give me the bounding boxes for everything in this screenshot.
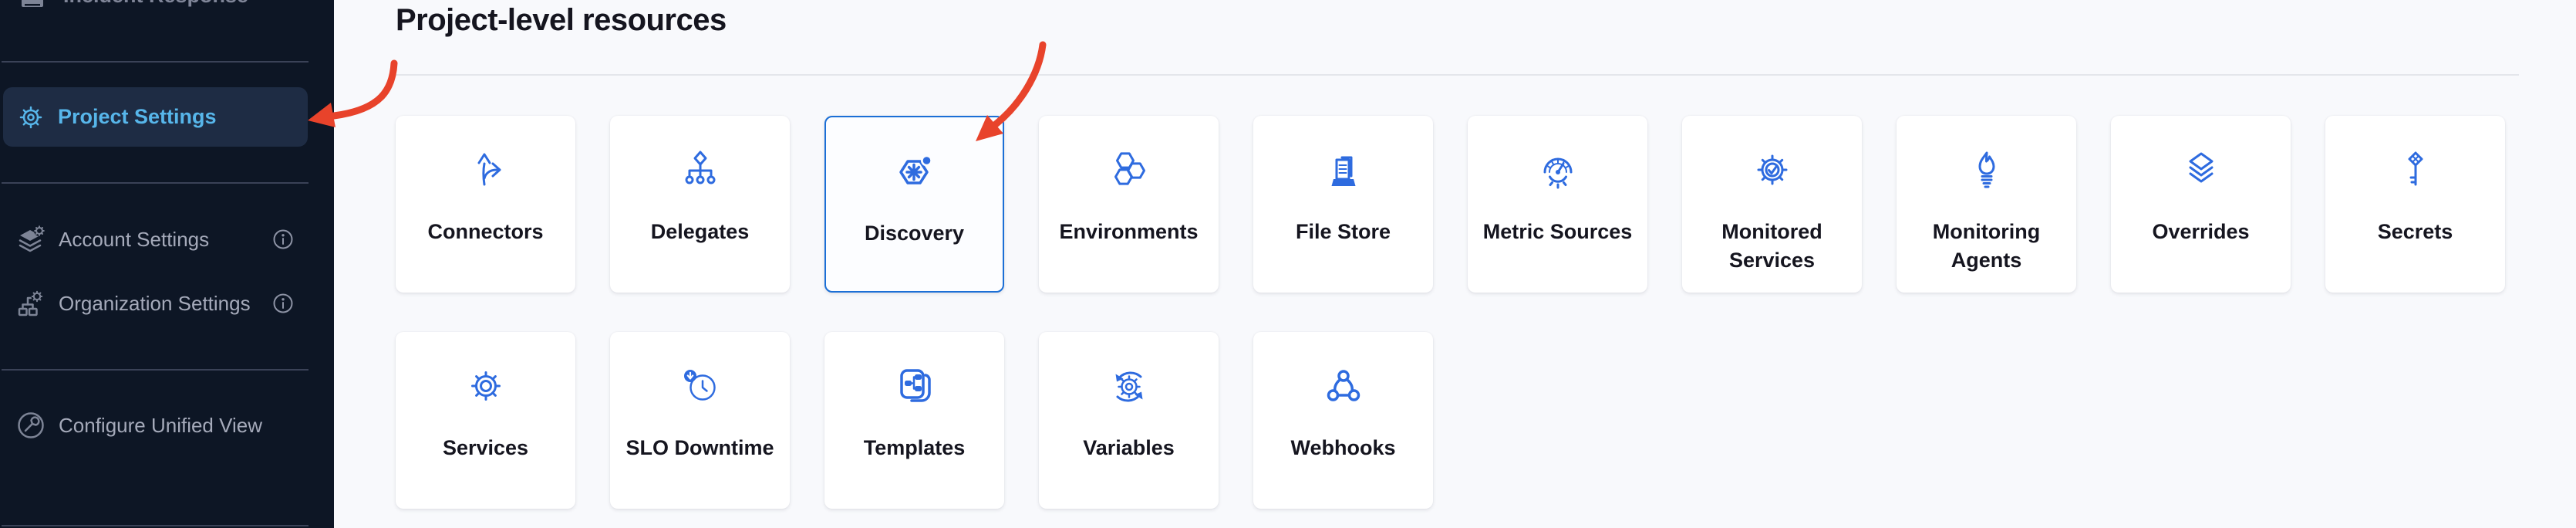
metric-sources-icon [1538, 150, 1578, 190]
sidebar-divider [2, 369, 309, 371]
sidebar-divider [2, 61, 309, 63]
card-monitoring-agents[interactable]: Monitoring Agents [1897, 116, 2076, 293]
sidebar-item-label: Configure Unified View [59, 414, 262, 438]
templates-icon [895, 366, 935, 406]
card-label: Templates [853, 434, 976, 462]
card-label: Metric Sources [1472, 218, 1644, 246]
page-title: Project-level resources [396, 3, 727, 38]
monitoring-agents-icon [1967, 150, 2007, 190]
sidebar-item-project-settings[interactable]: Project Settings [3, 87, 308, 147]
connectors-icon [466, 150, 506, 190]
card-label: Discovery [854, 219, 975, 248]
sidebar-item-incident-response[interactable]: Incident Response [0, 0, 334, 20]
card-label: Delegates [640, 218, 760, 246]
card-overrides[interactable]: Overrides [2111, 116, 2291, 293]
chevron-right-icon [270, 0, 287, 5]
card-secrets[interactable]: Secrets [2325, 116, 2505, 293]
overrides-icon [2181, 150, 2221, 190]
card-label: SLO Downtime [615, 434, 784, 462]
variables-icon [1109, 366, 1149, 406]
sidebar-divider [2, 182, 309, 184]
sidebar-item-configure-unified-view[interactable]: Configure Unified View [0, 403, 334, 448]
delegates-icon [680, 150, 720, 190]
card-label: Webhooks [1280, 434, 1406, 462]
gear-icon [17, 103, 45, 131]
app-screen: Incident Response Project Settings [0, 0, 2576, 528]
card-discovery[interactable]: Discovery [824, 116, 1004, 293]
sidebar: Incident Response Project Settings [0, 0, 334, 528]
card-metric-sources[interactable]: Metric Sources [1468, 116, 1647, 293]
card-label: File Store [1285, 218, 1401, 246]
card-delegates[interactable]: Delegates [610, 116, 790, 293]
sidebar-divider [2, 525, 309, 526]
sidebar-item-organization-settings[interactable]: Organization Settings [0, 281, 334, 326]
file-store-icon [1323, 150, 1364, 190]
card-environments[interactable]: Environments [1039, 116, 1219, 293]
discovery-icon [895, 151, 935, 191]
org-gear-icon [15, 288, 46, 319]
card-monitored-services[interactable]: Monitored Services [1682, 116, 1862, 293]
wrench-circle-icon [15, 410, 46, 441]
card-label: Services [432, 434, 539, 462]
secrets-icon [2396, 150, 2436, 190]
card-connectors[interactable]: Connectors [396, 116, 575, 293]
card-label: Connectors [416, 218, 554, 246]
siren-icon [17, 0, 48, 11]
card-label: Overrides [2141, 218, 2260, 246]
sidebar-item-label: Organization Settings [59, 292, 251, 316]
sidebar-item-label: Project Settings [58, 105, 217, 129]
info-icon[interactable] [272, 293, 294, 314]
card-services[interactable]: Services [396, 332, 575, 509]
card-variables[interactable]: Variables [1039, 332, 1219, 509]
card-label: Secrets [2367, 218, 2464, 246]
sidebar-item-label: Incident Response [63, 0, 248, 8]
card-file-store[interactable]: File Store [1253, 116, 1433, 293]
title-divider [396, 74, 2519, 76]
layers-gear-icon [15, 224, 46, 255]
card-label: Variables [1072, 434, 1185, 462]
card-label: Monitored Services [1682, 218, 1862, 275]
slo-downtime-icon [680, 366, 720, 406]
monitored-services-icon [1752, 150, 1792, 190]
card-webhooks[interactable]: Webhooks [1253, 332, 1433, 509]
sidebar-item-account-settings[interactable]: Account Settings [0, 217, 334, 262]
info-icon[interactable] [272, 228, 294, 250]
resource-card-grid: Connectors Delegates [396, 116, 2510, 509]
card-slo-downtime[interactable]: SLO Downtime [610, 332, 790, 509]
webhooks-icon [1323, 366, 1364, 406]
services-icon [466, 366, 506, 406]
card-label: Environments [1048, 218, 1209, 246]
card-templates[interactable]: Templates [824, 332, 1004, 509]
card-label: Monitoring Agents [1897, 218, 2076, 275]
sidebar-item-label: Account Settings [59, 228, 209, 252]
environments-icon [1109, 150, 1149, 190]
